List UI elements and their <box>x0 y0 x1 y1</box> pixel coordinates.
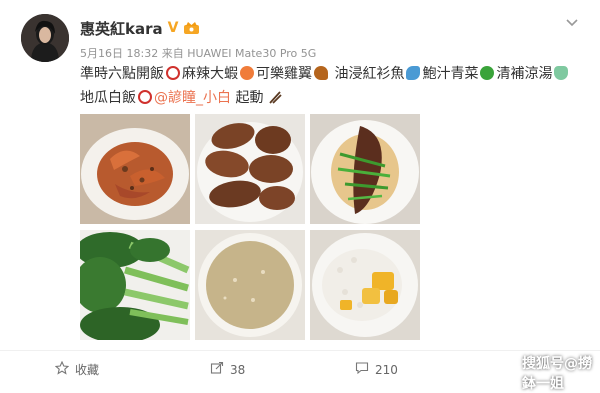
rice-bowl-emoji-icon <box>138 90 152 104</box>
content-text-6: 清補涼湯 <box>496 66 553 82</box>
content-text-1: 準時六點開飯 <box>80 66 164 82</box>
chicken-leg-emoji-icon <box>314 66 328 80</box>
post-date[interactable]: 5月16日 18:32 <box>80 47 158 60</box>
username-row: 惠英紅kara V <box>80 18 200 38</box>
comment-button[interactable]: 210 <box>355 361 398 378</box>
share-button[interactable]: 38 <box>210 361 245 378</box>
mention-link[interactable]: @諺瞳_小白 <box>154 90 231 106</box>
chevron-down-icon[interactable] <box>564 14 580 27</box>
content-text-5: 鮑汁青菜 <box>422 66 479 82</box>
fish-emoji-icon <box>406 66 421 80</box>
broccoli-emoji-icon <box>480 66 495 80</box>
avatar[interactable] <box>21 14 69 62</box>
soup-bowl-emoji-icon <box>554 66 569 80</box>
shrimp-emoji-icon <box>240 66 254 80</box>
photo-spicy-prawns[interactable] <box>80 114 190 224</box>
rice-bowl-emoji-icon <box>166 66 180 80</box>
content-text-2: 麻辣大蝦 <box>182 66 238 82</box>
watermark-logo-icon <box>498 363 516 383</box>
content-text-8: 起動 <box>235 90 264 106</box>
share-icon <box>210 361 224 378</box>
watermark: 搜狐号@撈鉢一姐 <box>498 353 600 393</box>
post-meta: 5月16日 18:32 来自 HUAWEI Mate30 Pro 5G <box>80 45 316 61</box>
star-icon <box>54 360 70 378</box>
favorite-label: 收藏 <box>75 363 100 377</box>
post-source: 来自 HUAWEI Mate30 Pro 5G <box>161 47 317 60</box>
favorite-button[interactable]: 收藏 <box>54 360 100 378</box>
content-text-4: 油浸紅衫魚 <box>334 66 405 82</box>
weibo-post: 惠英紅kara V 5月16日 18:32 来自 HUAWEI Mate30 P… <box>0 0 600 392</box>
verified-badge: V <box>167 20 179 36</box>
post-content: 準時六點開飯 麻辣大蝦 可樂雞翼 油浸紅衫魚 鮑汁青菜 清補涼湯 地瓜白飯 @諺瞳_小白 … <box>80 62 590 110</box>
like-count: 210 <box>375 362 398 377</box>
chopsticks-emoji-icon <box>268 90 282 106</box>
photo-grid <box>80 114 420 340</box>
share-count: 38 <box>230 362 246 377</box>
photo-greens[interactable] <box>80 230 190 340</box>
content-text-7: 地瓜白飯 <box>80 90 136 106</box>
member-crown-icon <box>183 19 200 38</box>
photo-cola-wings[interactable] <box>195 114 305 224</box>
username[interactable]: 惠英紅kara <box>80 18 163 39</box>
photo-soup[interactable] <box>195 230 305 340</box>
photo-rice-sweet-potato[interactable] <box>310 230 420 340</box>
content-text-3: 可樂雞翼 <box>256 66 312 82</box>
photo-fish[interactable] <box>310 114 420 224</box>
watermark-text: 搜狐号@撈鉢一姐 <box>522 356 592 392</box>
comment-icon <box>355 361 369 378</box>
